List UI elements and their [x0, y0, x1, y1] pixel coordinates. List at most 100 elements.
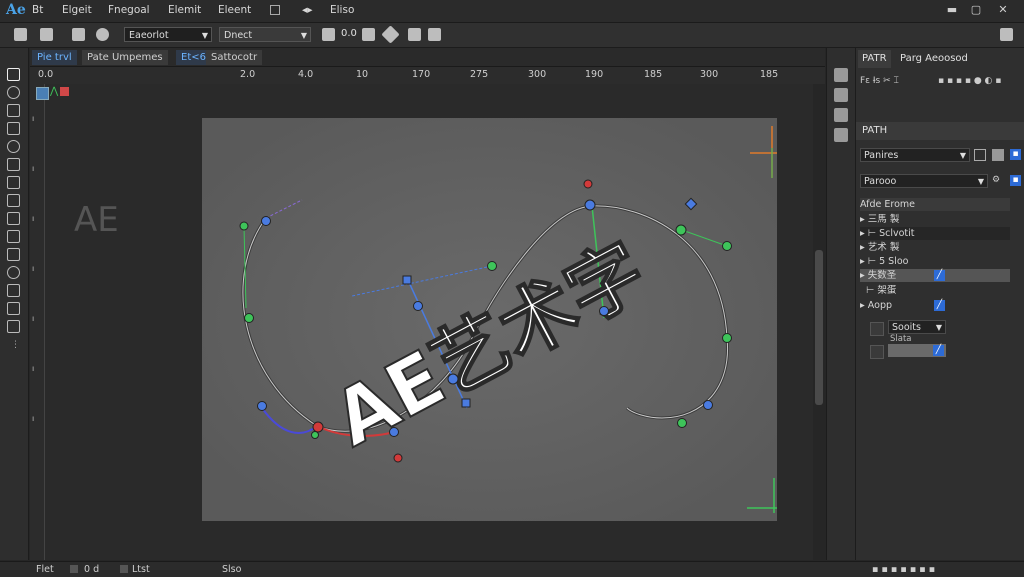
anchor-point[interactable]: [583, 179, 593, 189]
color-swatch[interactable]: [870, 322, 884, 336]
layer-row[interactable]: ▸ 艺术 製: [860, 241, 1010, 254]
anchor-point[interactable]: [722, 333, 732, 343]
anchor-point[interactable]: [261, 216, 271, 226]
type-tool-icon[interactable]: [7, 212, 20, 225]
tab-selection[interactable]: Sattocotr: [206, 50, 263, 65]
tab-page-assoc[interactable]: Parg Aeoosod: [896, 50, 972, 68]
anchor-point[interactable]: [312, 421, 324, 433]
sources-dropdown[interactable]: Sooits ▼: [888, 320, 946, 334]
layer-row[interactable]: ⊢ 架蛋: [860, 284, 1010, 297]
handle-square[interactable]: [402, 275, 412, 285]
paths-dropdown[interactable]: Panires ▼: [860, 148, 970, 162]
info-icon[interactable]: [834, 68, 848, 82]
effect-dropdown[interactable]: Dnect ▼: [219, 27, 311, 42]
sources-dropdown-value: Sooits: [892, 322, 921, 333]
audio-icon[interactable]: [834, 88, 848, 102]
layout-icon[interactable]: [270, 5, 280, 15]
anchor-point[interactable]: [675, 224, 687, 236]
preset-dropdown[interactable]: Parooo ▼: [860, 174, 988, 188]
ellipse-tool-icon[interactable]: [7, 86, 20, 99]
color-swatch[interactable]: [870, 345, 884, 359]
add-path-icon[interactable]: ▪: [1010, 149, 1021, 160]
layer-row[interactable]: ▸ ⊢ Sclvotit: [860, 227, 1010, 240]
anchor-point[interactable]: [257, 401, 267, 411]
link-icon[interactable]: ╱: [934, 270, 945, 281]
tab-preview[interactable]: Pie trvl: [32, 50, 77, 65]
brush-tool-icon[interactable]: [7, 176, 20, 189]
anchor-point[interactable]: [311, 431, 319, 439]
effects-icon[interactable]: [834, 128, 848, 142]
orbit-tool-icon[interactable]: [7, 284, 20, 297]
menu-item-1[interactable]: Bt: [32, 4, 43, 16]
anchor-point[interactable]: [703, 400, 713, 410]
layer-row[interactable]: ▸ ⊢ 5 Sloo: [860, 255, 1010, 268]
snap-icon[interactable]: [362, 28, 375, 41]
eraser-tool-icon[interactable]: [7, 194, 20, 207]
fill-icon[interactable]: [96, 28, 109, 41]
anchor-point[interactable]: [447, 373, 459, 385]
anchor-point[interactable]: [393, 453, 403, 463]
back-arrow-icon[interactable]: ◂▸: [302, 4, 313, 16]
layer-color-icon[interactable]: [36, 87, 49, 100]
select-tool-icon[interactable]: [14, 28, 27, 41]
hand-icon[interactable]: [428, 28, 441, 41]
link-icon[interactable]: ╱: [934, 300, 945, 311]
pin-icon[interactable]: [408, 28, 421, 41]
menu-item-2[interactable]: Elgeit: [62, 4, 92, 16]
handle-square[interactable]: [461, 398, 471, 408]
composition-canvas[interactable]: AE艺术字: [202, 118, 777, 521]
layer-row[interactable]: ▸ 三馬 製: [860, 213, 1010, 226]
anchor-point[interactable]: [239, 221, 249, 231]
tool-icon-row[interactable]: Fɛ Ɨs ✂ ⌶: [860, 76, 899, 86]
zoom-tool-icon[interactable]: [7, 320, 20, 333]
minimize-icon[interactable]: ▬: [944, 3, 960, 17]
anchor-point[interactable]: [389, 427, 399, 437]
anchor-point[interactable]: [722, 241, 732, 251]
anchor-point[interactable]: [244, 313, 254, 323]
polygon-tool-icon[interactable]: [7, 140, 20, 153]
menu-item-6[interactable]: Eliso: [330, 4, 354, 16]
rect-tool-icon[interactable]: [7, 104, 20, 117]
maximize-icon[interactable]: ▢: [968, 3, 984, 17]
search-icon[interactable]: [1000, 28, 1013, 41]
stroke-icon[interactable]: [322, 28, 335, 41]
composition-tabs: Pie trvl Pate Umpemes Et<6 Sattocotr: [30, 48, 825, 67]
new-path-icon[interactable]: [974, 149, 986, 161]
duplicate-icon[interactable]: [992, 149, 1004, 161]
panel-footer-icons[interactable]: ▪ ▪ ▪ ▪ ▪ ▪ ▪: [872, 564, 935, 575]
tab-path-updates[interactable]: Pate Umpemes: [82, 50, 168, 65]
pan-tool-icon[interactable]: [7, 302, 20, 315]
pen-tool-icon[interactable]: [7, 158, 20, 171]
roto-tool-icon[interactable]: [7, 266, 20, 279]
anchor-point[interactable]: [487, 261, 497, 271]
mask-icon[interactable]: [72, 28, 85, 41]
apply-icon[interactable]: ▪: [1010, 175, 1021, 186]
stroke-value[interactable]: 0.0: [341, 28, 357, 39]
rounded-rect-tool-icon[interactable]: [7, 122, 20, 135]
frame-icon[interactable]: [120, 565, 128, 573]
edit-icon[interactable]: ╱: [933, 345, 944, 356]
menu-item-3[interactable]: Fnegoal: [108, 4, 150, 16]
record-icon[interactable]: [60, 87, 69, 96]
tab-path[interactable]: PATR: [858, 50, 891, 68]
pen-option-icon[interactable]: [40, 28, 53, 41]
scrollbar-thumb[interactable]: [815, 250, 823, 405]
anchor-point[interactable]: [677, 418, 687, 428]
frame-icon[interactable]: [70, 565, 78, 573]
anchor-point[interactable]: [599, 306, 609, 316]
preview-icon[interactable]: [834, 108, 848, 122]
clone-tool-icon[interactable]: [7, 230, 20, 243]
close-icon[interactable]: ✕: [995, 3, 1011, 17]
ruler-label: 190: [585, 69, 604, 80]
blend-dropdown[interactable]: Eaeorlot ▼: [124, 27, 212, 42]
more-tools-icon[interactable]: ⋮: [11, 340, 20, 350]
puppet-tool-icon[interactable]: [7, 248, 20, 261]
menu-item-5[interactable]: Eleent: [218, 4, 251, 16]
anchor-point[interactable]: [584, 199, 596, 211]
anchor-point[interactable]: [413, 301, 423, 311]
menu-item-4[interactable]: Elemit: [168, 4, 201, 16]
layer-icon-row[interactable]: ▪ ▪ ▪ ▪ ● ◐ ▪: [938, 76, 1001, 86]
selection-tool-icon[interactable]: [7, 68, 20, 81]
anchor-icon[interactable]: [381, 25, 400, 44]
settings-icon[interactable]: ⚙: [992, 175, 1000, 185]
